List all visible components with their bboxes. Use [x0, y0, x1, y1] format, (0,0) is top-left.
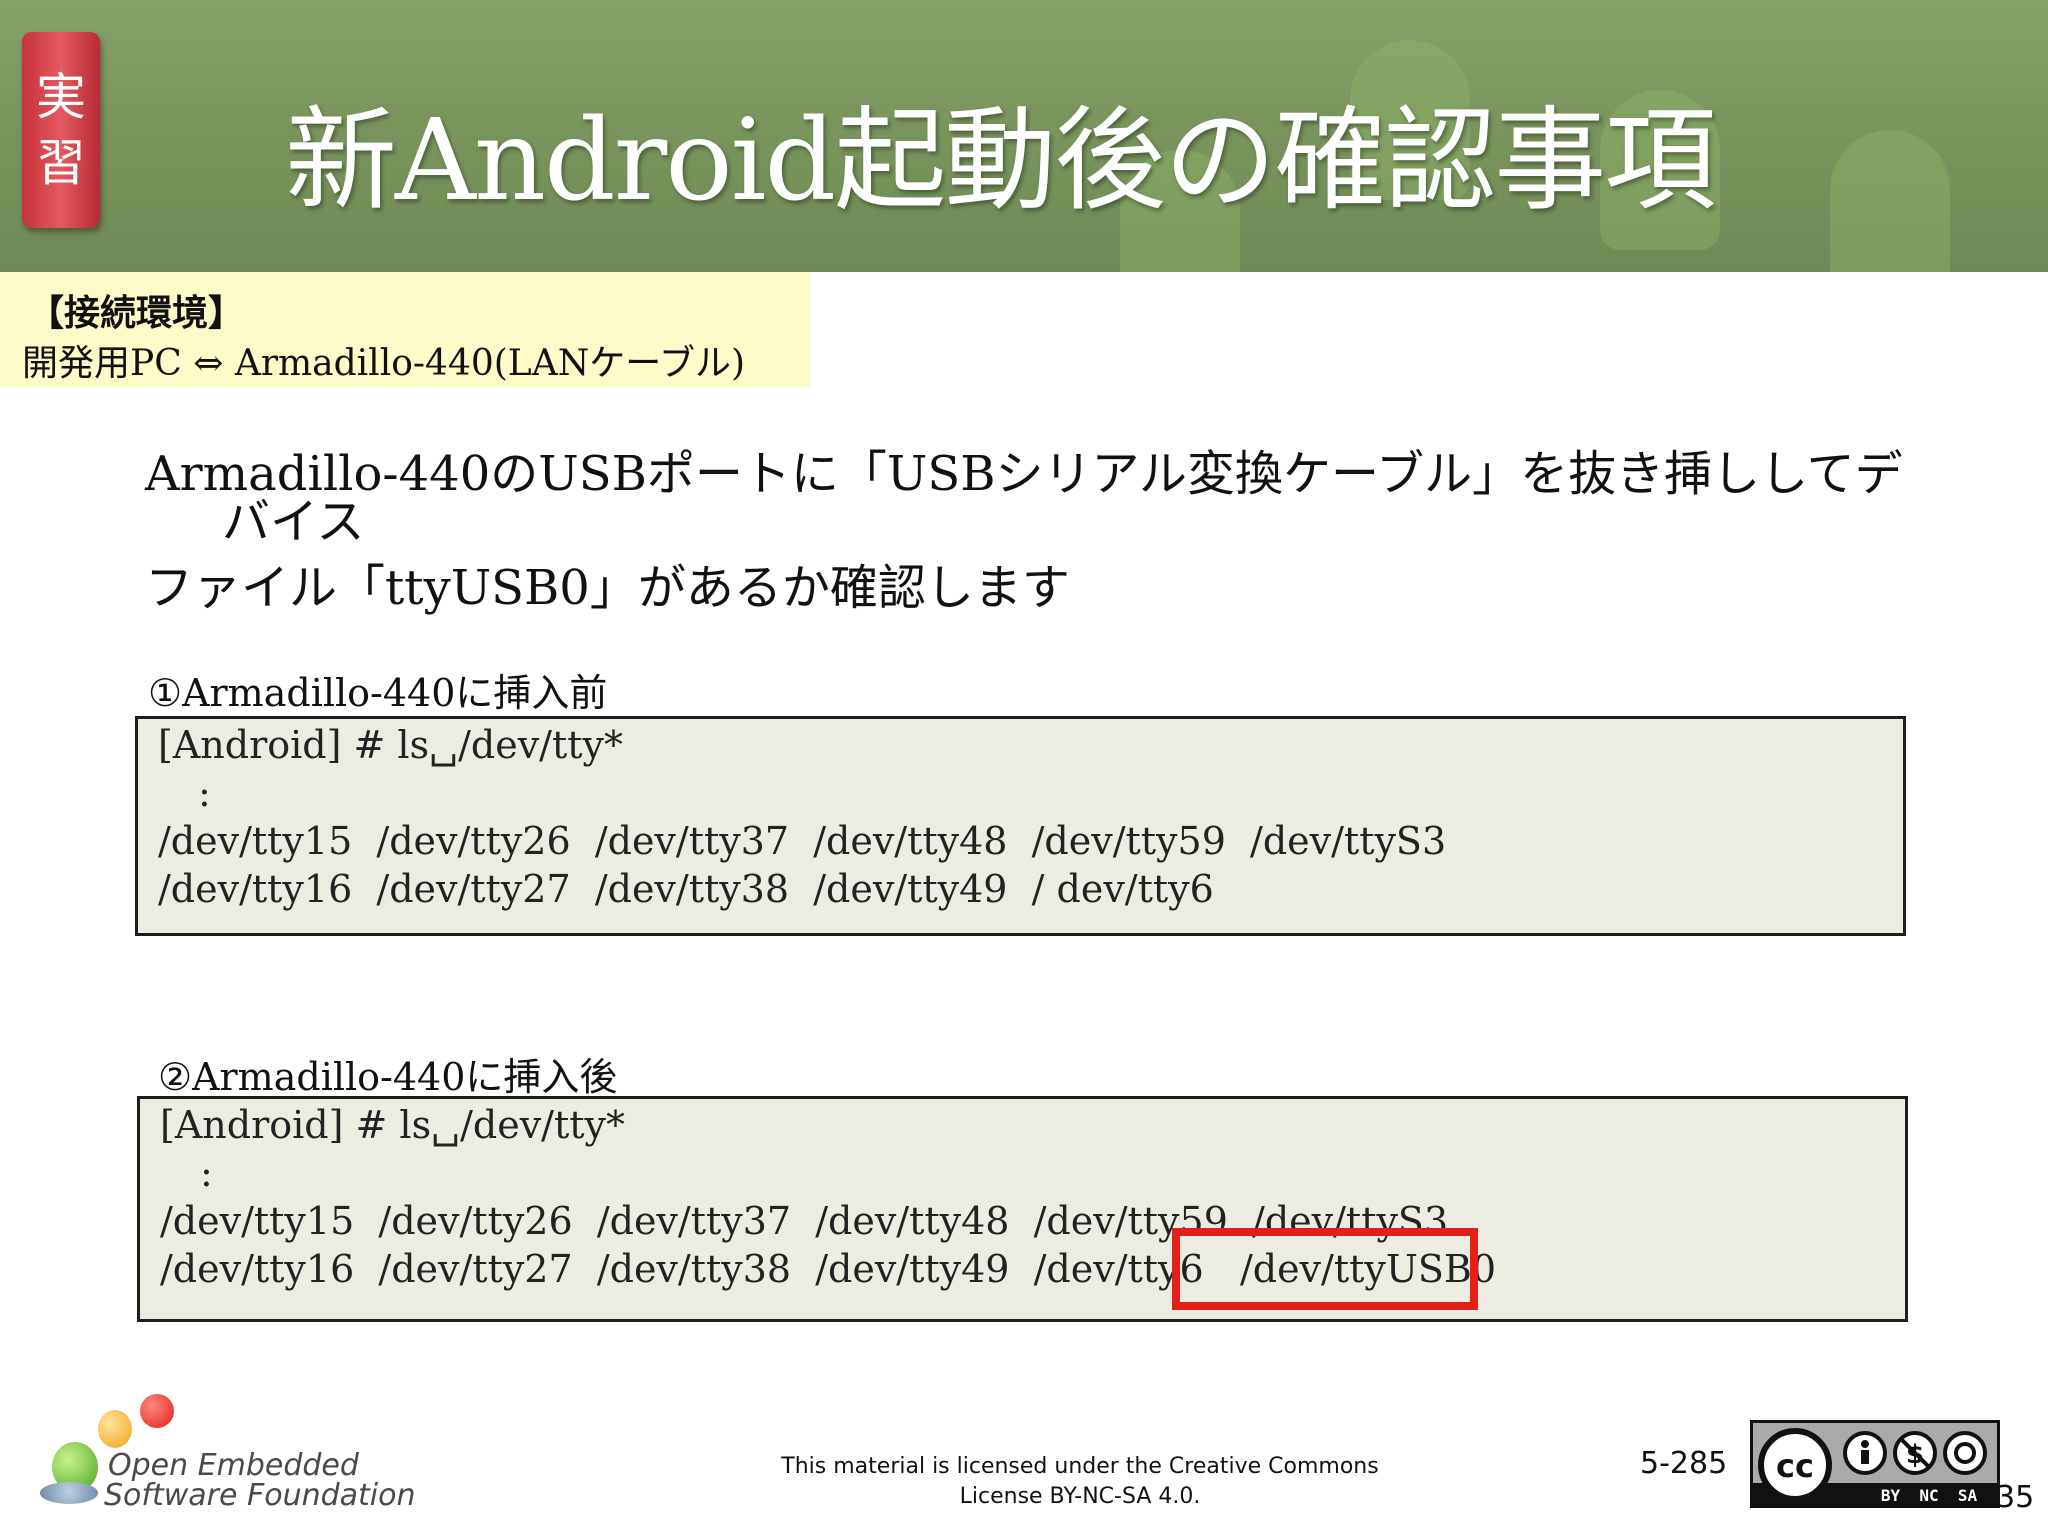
- instruction-text: Armadillo-440のUSBポートに「USBシリアル変換ケーブル」を抜き挿…: [145, 450, 1945, 612]
- after-caption: ②Armadillo-440に挿入後: [158, 1055, 618, 1099]
- page-number-suffix: 35: [1996, 1480, 2035, 1515]
- cc-label: cc: [1776, 1447, 1814, 1485]
- cc-badge-icon: cc $ BY NC SA: [1753, 1428, 1997, 1505]
- practice-badge: 実 習: [22, 32, 100, 228]
- ttyusb0-highlight-box: [1172, 1228, 1478, 1310]
- license-text: This material is licensed under the Crea…: [700, 1452, 1460, 1512]
- license-line: License BY-NC-SA 4.0.: [959, 1484, 1201, 1509]
- cc-terms: BY NC SA: [1881, 1486, 1978, 1505]
- terminal-ellipsis: :: [200, 1151, 213, 1195]
- logo-dot-blue: [40, 1482, 98, 1504]
- license-line: This material is licensed under the Crea…: [781, 1454, 1379, 1479]
- terminal-before: [Android] # ls␣/dev/tty* : /dev/tty15 /d…: [135, 716, 1906, 936]
- terminal-output-row: /dev/tty16 /dev/tty27 /dev/tty38 /dev/tt…: [158, 867, 1214, 911]
- terminal-after: [Android] # ls␣/dev/tty* : /dev/tty15 /d…: [137, 1096, 1908, 1322]
- connection-environment: 【接続環境】 開発用PC ⇔ Armadillo-440(LANケーブル): [0, 272, 810, 387]
- instruction-line: ファイル「ttyUSB0」があるか確認します: [145, 560, 1070, 616]
- environment-connection: 開発用PC ⇔ Armadillo-440(LANケーブル): [22, 343, 746, 384]
- instruction-line: バイス: [222, 494, 365, 550]
- logo-text-line: Software Foundation: [104, 1478, 416, 1513]
- logo-dot-orange: [98, 1410, 132, 1448]
- badge-char: 習: [36, 134, 86, 192]
- terminal-command: [Android] # ls␣/dev/tty*: [160, 1103, 625, 1147]
- terminal-output-row: /dev/tty15 /dev/tty26 /dev/tty37 /dev/tt…: [158, 819, 1447, 863]
- cc-license-badge[interactable]: cc $ BY NC SA: [1750, 1420, 2000, 1508]
- badge-char: 実: [36, 68, 86, 126]
- instruction-line: Armadillo-440のUSBポートに「USBシリアル変換ケーブル」を抜き挿…: [145, 446, 1903, 502]
- android-robot-decoration: [1830, 130, 1950, 272]
- page-number: 5-285: [1640, 1446, 1728, 1481]
- before-caption: ①Armadillo-440に挿入前: [148, 671, 608, 715]
- logo-dot-red: [140, 1394, 174, 1428]
- slide-title: 新Android起動後の確認事項: [285, 96, 1716, 226]
- environment-heading: 【接続環境】: [28, 292, 245, 334]
- title-banner: 実 習 新Android起動後の確認事項: [0, 0, 2048, 272]
- terminal-ellipsis: :: [198, 771, 211, 815]
- terminal-command: [Android] # ls␣/dev/tty*: [158, 723, 623, 767]
